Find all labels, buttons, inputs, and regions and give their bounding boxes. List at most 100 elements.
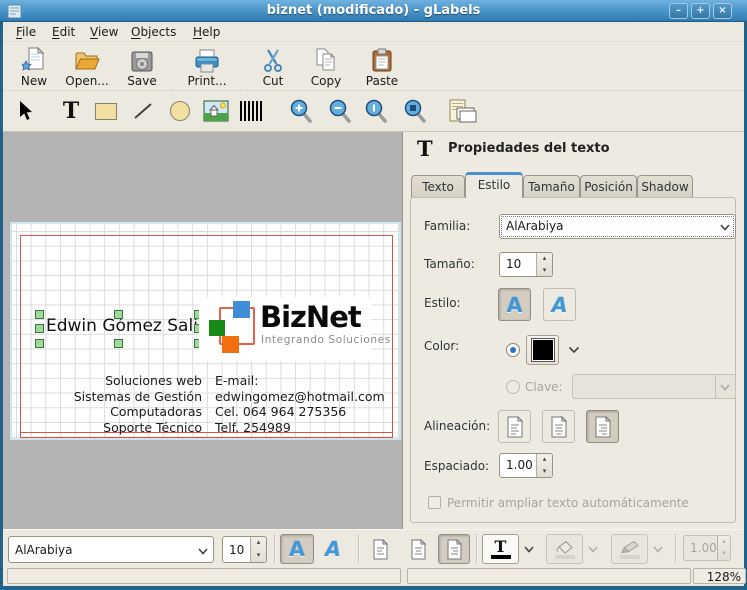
pencil-icon (620, 540, 639, 553)
align-right-button[interactable] (586, 410, 619, 443)
glabels-window: biznet (modificado) - gLabels – + × File… (0, 0, 747, 590)
new-button[interactable]: New (11, 45, 57, 89)
service-line: Soporte Técnico (103, 419, 202, 435)
text-tool-button[interactable]: T (54, 94, 88, 128)
tab-estilo[interactable]: Estilo (465, 172, 523, 198)
italic-icon: A (551, 292, 568, 317)
align-center-button[interactable] (542, 410, 575, 443)
image-icon (203, 100, 229, 122)
maximize-button[interactable]: + (691, 3, 710, 19)
menu-objects[interactable]: Objects (125, 24, 182, 41)
clave-combobox[interactable] (572, 374, 736, 399)
line-color-button[interactable] (611, 534, 648, 564)
contact-line: E-mail: (215, 373, 259, 388)
line-width-value: 1.00 (690, 541, 717, 555)
line-width-spinner[interactable]: 1.00 ▴ ▾ (683, 535, 731, 561)
biznet-logo-object[interactable]: BizNet Integrando Soluciones (199, 297, 390, 361)
contact-line: edwingomez@hotmail.com (215, 388, 385, 404)
clave-chevron-box (715, 375, 735, 398)
paste-button[interactable]: Paste (357, 45, 407, 89)
copy-icon (316, 48, 336, 71)
spin-down-arrow[interactable]: ▾ (251, 550, 266, 563)
logo-orange-square (222, 336, 239, 353)
cut-button-label: Cut (262, 74, 284, 88)
cut-button[interactable]: Cut (251, 45, 295, 89)
close-button[interactable]: × (713, 3, 732, 19)
align-center-button-bottom[interactable] (402, 534, 434, 564)
contact-line: Telf. 254989 (215, 419, 291, 435)
zoom-fit-button[interactable] (398, 94, 432, 128)
paste-button-label: Paste (365, 74, 399, 88)
text-color-chevron-button[interactable] (520, 534, 538, 564)
spin-up-arrow[interactable]: ▴ (537, 454, 552, 466)
tab-texto[interactable]: Texto (411, 175, 465, 198)
tab-posicion[interactable]: Posición (580, 175, 637, 198)
ellipse-tool-button[interactable] (163, 94, 197, 128)
font-size-value: 10 (506, 257, 522, 271)
selection-handle[interactable] (114, 310, 123, 319)
font-family-combobox[interactable]: AlArabiya (499, 214, 736, 239)
text-color-swatch-button[interactable] (526, 335, 559, 365)
merge-properties-button[interactable] (446, 94, 480, 128)
autofit-checkbox[interactable] (428, 496, 441, 509)
box-tool-button[interactable] (89, 94, 123, 128)
spin-down-arrow[interactable]: ▾ (718, 548, 730, 560)
line-spacing-spinner[interactable]: 1.00 ▴ ▾ (499, 453, 553, 478)
font-family-combobox-bottom[interactable]: AlArabiya (8, 536, 214, 563)
image-tool-button[interactable] (199, 94, 233, 128)
font-size-spinner-bottom[interactable]: 10 ▴ ▾ (222, 536, 267, 563)
font-size-spinner[interactable]: 10 ▴ ▾ (499, 252, 553, 277)
select-tool-button[interactable] (8, 94, 42, 128)
bold-button[interactable]: A (498, 288, 531, 321)
print-button[interactable]: Print... (181, 45, 233, 89)
menu-help[interactable]: Help (187, 24, 226, 41)
toolbar-separator (675, 534, 677, 563)
card-contact-text-object[interactable]: E-mail: edwingomez@hotmail.com Cel. 064 … (215, 373, 400, 435)
align-left-button[interactable] (498, 410, 531, 443)
align-right-button-bottom[interactable] (438, 534, 470, 564)
selection-handle[interactable] (35, 324, 44, 333)
clave-radio[interactable] (506, 380, 520, 394)
spin-up-arrow[interactable]: ▴ (718, 536, 730, 548)
italic-button[interactable]: A (543, 288, 576, 321)
barcode-tool-button[interactable] (234, 94, 268, 128)
color-radio[interactable] (506, 343, 520, 357)
spin-up-arrow[interactable]: ▴ (537, 253, 552, 265)
copy-button[interactable]: Copy (301, 45, 351, 89)
selection-handle[interactable] (35, 310, 44, 319)
spin-down-arrow[interactable]: ▾ (537, 265, 552, 277)
bold-button-bottom[interactable]: A (280, 534, 314, 564)
open-button[interactable]: Open... (61, 45, 113, 89)
zoom-out-button[interactable] (323, 94, 357, 128)
open-folder-icon (75, 52, 100, 70)
spin-up-arrow[interactable]: ▴ (251, 537, 266, 550)
line-tool-button[interactable] (126, 94, 160, 128)
tab-tamano[interactable]: Tamaño (523, 175, 580, 198)
card-services-text-object[interactable]: Soluciones web Sistemas de Gestión Compu… (32, 373, 202, 435)
label-card[interactable]: Edwin Gómez Salinas BizNet Integrando So… (10, 222, 401, 440)
menu-edit[interactable]: Edit (46, 24, 81, 41)
tab-shadow[interactable]: Shadow (637, 175, 693, 198)
color-chevron-down-icon[interactable] (568, 346, 580, 354)
text-color-button-bottom[interactable]: T (482, 534, 519, 564)
menu-file[interactable]: File (10, 24, 42, 41)
line-color-chevron-button[interactable] (649, 534, 667, 564)
selection-handle[interactable] (114, 339, 123, 348)
status-field-middle (407, 568, 691, 584)
zoom-100-button[interactable] (359, 94, 393, 128)
selection-handle[interactable] (35, 339, 44, 348)
align-right-icon (447, 538, 462, 559)
zoom-out-icon (329, 99, 351, 123)
menu-view[interactable]: View (84, 24, 124, 41)
zoom-in-button[interactable] (284, 94, 318, 128)
italic-button-bottom[interactable]: A (316, 534, 350, 564)
fill-color-button[interactable] (546, 534, 583, 564)
design-canvas[interactable]: Edwin Gómez Salinas BizNet Integrando So… (3, 132, 402, 529)
minimize-button[interactable]: – (669, 3, 688, 19)
save-button[interactable]: Save (119, 45, 165, 89)
spin-down-arrow[interactable]: ▾ (537, 466, 552, 478)
align-left-button-bottom[interactable] (364, 534, 396, 564)
titlebar[interactable]: biznet (modificado) - gLabels – + × (0, 0, 747, 22)
fill-color-chevron-button[interactable] (584, 534, 602, 564)
zoom-in-icon (290, 99, 312, 123)
